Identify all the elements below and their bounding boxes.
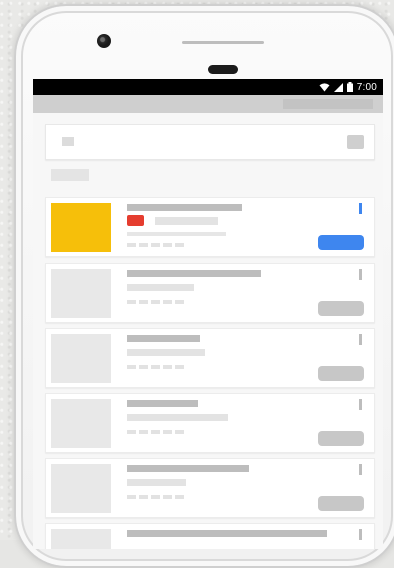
list-item[interactable] <box>45 328 375 388</box>
list-item[interactable] <box>45 458 375 518</box>
item-subtitle-placeholder <box>127 479 186 486</box>
item-subtitle-placeholder <box>127 284 194 291</box>
item-title-placeholder <box>127 465 249 472</box>
item-thumbnail <box>51 269 111 318</box>
item-indicator <box>359 399 362 410</box>
item-title-placeholder <box>127 204 242 211</box>
status-badge <box>127 215 144 226</box>
phone-screen: 7:00 <box>33 79 383 549</box>
item-thumbnail <box>51 203 111 252</box>
item-thumbnail <box>51 464 111 513</box>
item-meta-placeholder <box>127 232 226 236</box>
battery-icon <box>346 82 353 92</box>
toolbar-title-placeholder <box>283 99 373 109</box>
status-bar: 7:00 <box>33 79 383 95</box>
item-title-placeholder <box>127 530 327 537</box>
item-subtitle-placeholder <box>127 414 228 421</box>
item-thumbnail <box>51 399 111 448</box>
list-item[interactable] <box>45 263 375 323</box>
item-action-button[interactable] <box>318 496 364 511</box>
item-rating-placeholder <box>127 243 184 247</box>
item-action-button[interactable] <box>318 235 364 250</box>
earpiece <box>208 65 238 74</box>
search-placeholder <box>62 137 74 146</box>
item-rating-placeholder <box>127 300 184 304</box>
item-rating-placeholder <box>127 495 184 499</box>
item-action-button[interactable] <box>318 431 364 446</box>
item-indicator <box>359 529 362 540</box>
item-thumbnail <box>51 334 111 383</box>
item-action-button[interactable] <box>318 366 364 381</box>
item-rating-placeholder <box>127 430 184 434</box>
list-item[interactable] <box>45 197 375 257</box>
item-rating-placeholder <box>127 365 184 369</box>
item-title-placeholder <box>127 270 261 277</box>
item-action-button[interactable] <box>318 301 364 316</box>
item-subtitle-placeholder <box>155 217 218 225</box>
status-time: 7:00 <box>356 81 377 93</box>
item-indicator <box>359 203 362 214</box>
list-item[interactable] <box>45 523 375 549</box>
section-header-placeholder <box>51 169 89 181</box>
search-card[interactable] <box>45 124 375 160</box>
item-indicator <box>359 269 362 280</box>
item-indicator <box>359 334 362 345</box>
front-camera <box>97 34 111 48</box>
list-item[interactable] <box>45 393 375 453</box>
app-toolbar <box>33 95 383 113</box>
speaker-grille <box>182 41 264 44</box>
filter-icon[interactable] <box>347 135 364 149</box>
item-subtitle-placeholder <box>127 349 205 356</box>
item-title-placeholder <box>127 400 198 407</box>
item-thumbnail <box>51 529 111 549</box>
signal-icon <box>333 82 343 92</box>
item-indicator <box>359 464 362 475</box>
wifi-icon <box>319 82 330 91</box>
item-title-placeholder <box>127 335 200 342</box>
